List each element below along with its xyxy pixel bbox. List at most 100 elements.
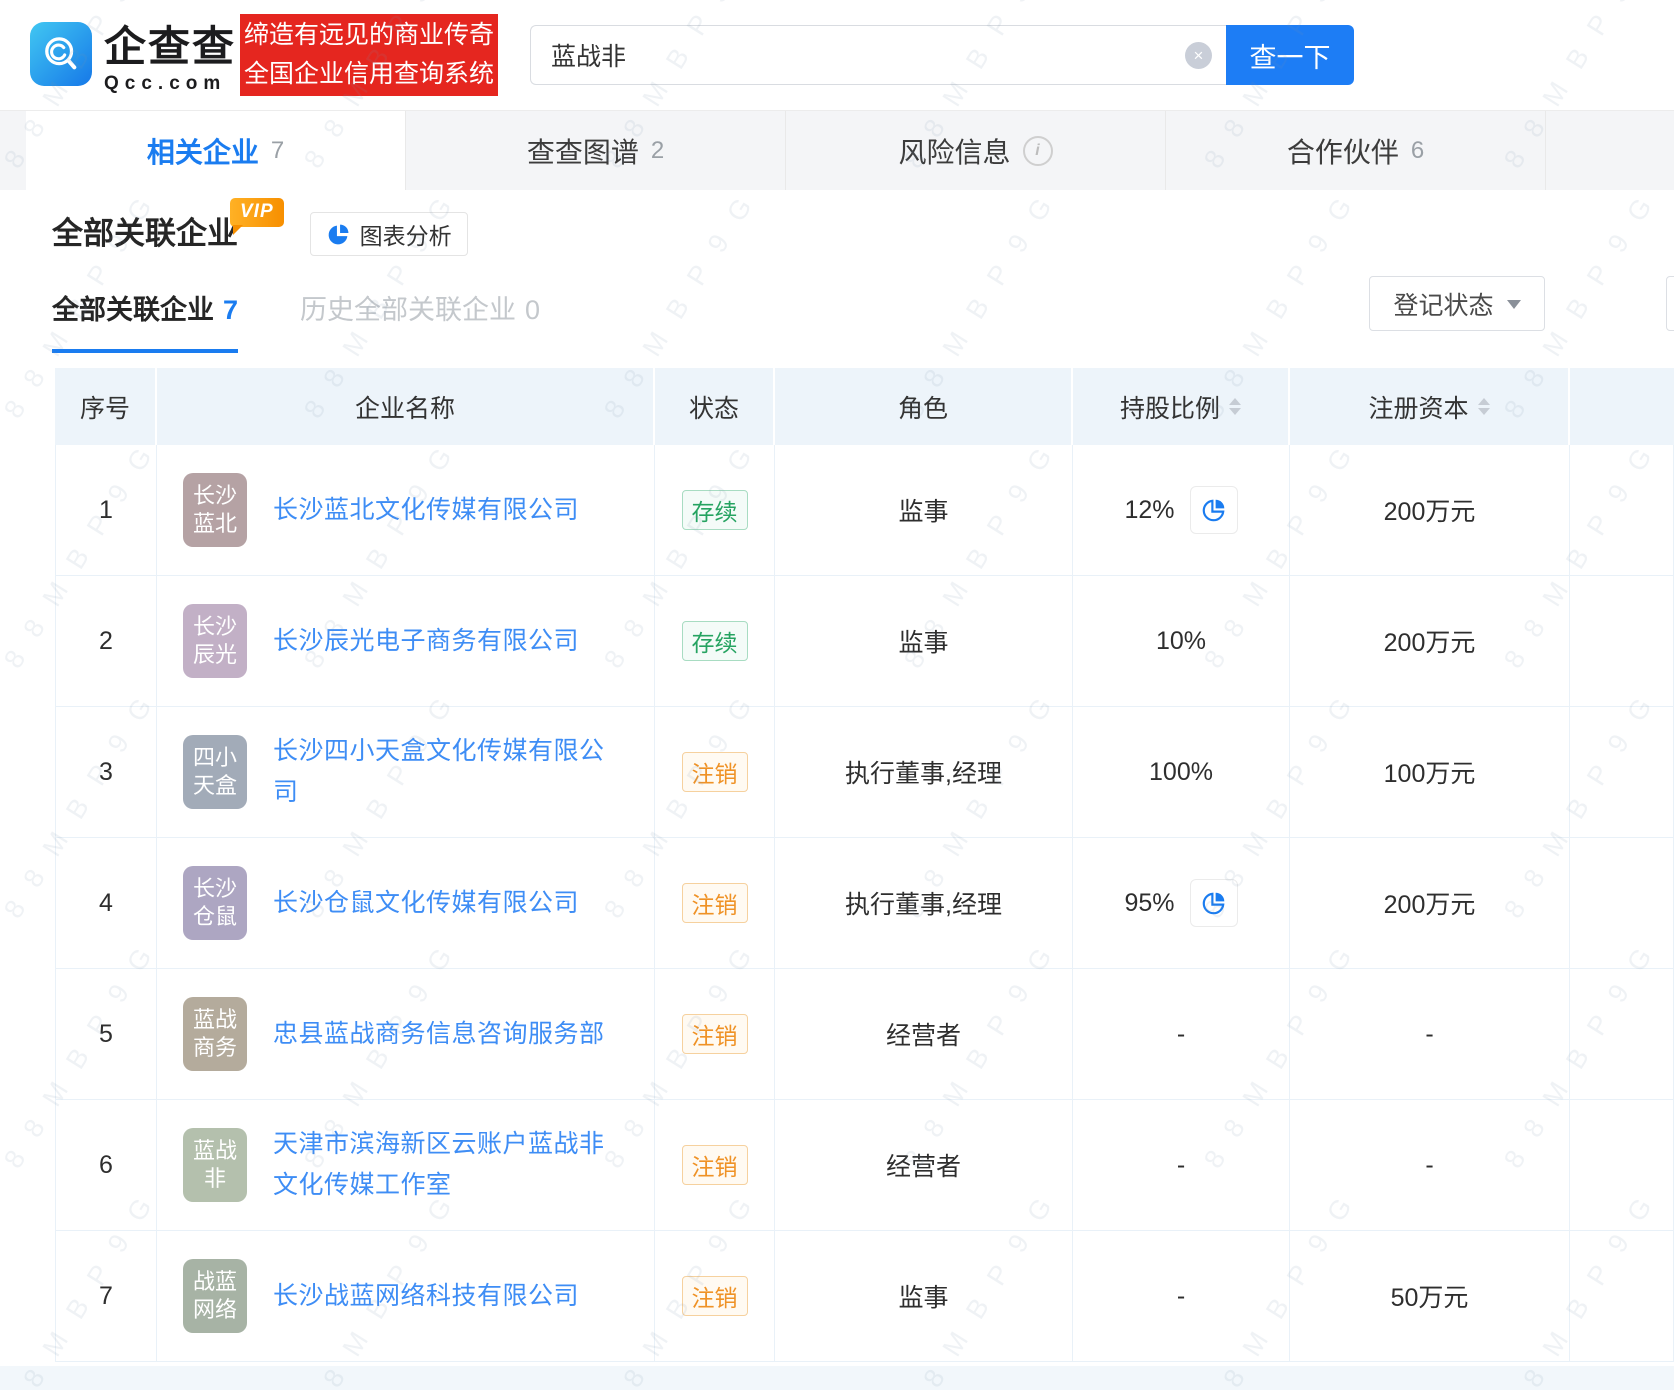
brand-text: 企查查 Qcc.com [104,22,236,95]
slogan-banner: 缔造有远见的商业传奇 全国企业信用查询系统 [240,14,498,96]
cell-share: - [1073,1100,1290,1231]
slogan-line2: 全国企业信用查询系统 [243,60,494,88]
company-name-link[interactable]: 长沙战蓝网络科技有限公司 [273,1276,579,1317]
status-badge: 注销 [681,1014,748,1054]
sort-icon[interactable] [1229,398,1241,415]
chevron-down-icon [1506,300,1521,316]
company-name-link[interactable]: 长沙蓝北文化传媒有限公司 [273,490,579,531]
registration-status-dropdown[interactable]: 登记状态 [1369,276,1545,331]
cell-status: 存续 [655,576,775,707]
col-header-share[interactable]: 持股比例 [1073,368,1290,445]
tab-count: 7 [270,136,285,164]
avatar-line: 蓝战 [192,1138,237,1163]
col-header-index: 序号 [55,368,157,445]
cell-share: 10% [1073,576,1290,707]
share-value: - [1176,1150,1186,1179]
col-header-company: 企业名称 [157,368,655,445]
vip-badge: VIP [230,198,284,235]
share-pie-button[interactable] [1189,879,1238,927]
col-header-capital[interactable]: 注册资本 [1290,368,1570,445]
pie-chart-icon [1202,499,1224,522]
share-value: 100% [1149,757,1213,786]
table-row: 5 蓝战 商务 忠县蓝战商务信息咨询服务部 注销 经营者 - - [55,969,1674,1100]
cell-company: 长沙 仓鼠 长沙仓鼠文化传媒有限公司 [157,838,655,969]
col-header-status: 状态 [655,368,775,445]
table-row: 1 长沙 蓝北 长沙蓝北文化传媒有限公司 存续 监事 12% 200万元 [55,445,1674,576]
cutoff-dropdown[interactable] [1666,276,1674,331]
related-companies-table: 序号 企业名称 状态 角色 持股比例 注册资本 1 长沙 蓝北 长沙蓝北文化传媒… [55,368,1674,1362]
chart-analysis-button[interactable]: 图表分析 [309,212,468,256]
col-header-role: 角色 [775,368,1073,445]
company-name-link[interactable]: 天津市滨海新区云账户蓝战非文化传媒工作室 [273,1124,609,1206]
cell-extra [1570,1100,1674,1231]
row-number: 2 [99,626,113,655]
capital-value: 200万元 [1383,498,1476,526]
cell-company: 长沙 辰光 长沙辰光电子商务有限公司 [157,576,655,707]
cell-share: 12% [1073,445,1290,576]
capital-value: - [1425,1150,1434,1179]
avatar-line: 四小 [192,745,237,770]
avatar-line: 蓝北 [192,511,237,536]
tab-partners[interactable]: 合作伙伴 6 [1166,111,1546,190]
tab-count: 2 [650,136,665,164]
company-avatar: 蓝战 商务 [183,997,247,1071]
clear-search-icon[interactable]: × [1185,42,1212,69]
avatar-line: 网络 [192,1297,237,1322]
avatar-line: 辰光 [192,642,237,667]
magnifier-c-icon [45,37,77,70]
avatar-line: 长沙 [192,614,237,639]
status-badge: 注销 [681,1276,748,1316]
cell-role: 经营者 [775,1100,1073,1231]
role-text: 执行董事,经理 [845,891,1002,919]
row-number: 1 [99,495,113,524]
pie-chart-icon [1202,892,1224,915]
company-name-link[interactable]: 长沙仓鼠文化传媒有限公司 [273,883,579,924]
cell-company: 蓝战 商务 忠县蓝战商务信息咨询服务部 [157,969,655,1100]
status-badge: 注销 [681,1145,748,1185]
company-avatar: 四小 天盒 [183,735,247,809]
tab-chart-graph[interactable]: 查查图谱 2 [406,111,786,190]
search-button[interactable]: 查一下 [1226,25,1354,85]
capital-value: 100万元 [1383,760,1476,788]
share-pie-button[interactable] [1189,486,1238,534]
cell-capital: 100万元 [1290,707,1570,838]
main-tab-bar: 相关企业 7 查查图谱 2 风险信息 i 合作伙伴 6 [0,110,1674,190]
row-number: 3 [99,757,113,786]
tab-label: 相关企业 [146,136,259,168]
search-input[interactable] [530,25,1226,85]
company-avatar: 长沙 蓝北 [183,473,247,547]
qcc-logo-icon [30,22,92,86]
company-avatar: 长沙 仓鼠 [183,866,247,940]
share-value: - [1176,1019,1186,1048]
status-badge: 注销 [681,752,748,792]
chart-analysis-label: 图表分析 [359,223,452,249]
cell-share: 100% [1073,707,1290,838]
tab-label: 风险信息 [898,136,1011,168]
share-value: - [1176,1281,1186,1310]
subtab-label: 全部关联企业 [52,295,214,325]
subtab-all-related[interactable]: 全部关联企业 7 [52,288,239,353]
cell-extra [1570,1231,1674,1362]
page-title: 全部关联企业 [52,216,238,251]
company-name-link[interactable]: 忠县蓝战商务信息咨询服务部 [273,1014,605,1055]
share-value: 12% [1124,495,1175,524]
company-avatar: 战蓝 网络 [183,1259,247,1333]
tab-risk-info[interactable]: 风险信息 i [786,111,1166,190]
col-header-label: 持股比例 [1119,394,1220,423]
avatar-line: 仓鼠 [192,904,237,929]
cell-index: 4 [55,838,157,969]
company-avatar: 长沙 辰光 [183,604,247,678]
subtab-history-related[interactable]: 历史全部关联企业 0 [300,288,540,353]
tab-related-companies[interactable]: 相关企业 7 [26,111,406,190]
cell-company: 战蓝 网络 长沙战蓝网络科技有限公司 [157,1231,655,1362]
tab-label: 合作伙伴 [1286,136,1399,168]
company-name-link[interactable]: 长沙四小天盒文化传媒有限公司 [273,731,609,813]
sort-icon[interactable] [1477,398,1490,415]
cell-index: 6 [55,1100,157,1231]
qcc-logo[interactable]: 企查查 Qcc.com [30,22,236,95]
avatar-line: 长沙 [192,483,237,508]
info-icon[interactable]: i [1022,135,1053,166]
cell-index: 7 [55,1231,157,1362]
cell-company: 蓝战 非 天津市滨海新区云账户蓝战非文化传媒工作室 [157,1100,655,1231]
company-name-link[interactable]: 长沙辰光电子商务有限公司 [273,621,579,662]
